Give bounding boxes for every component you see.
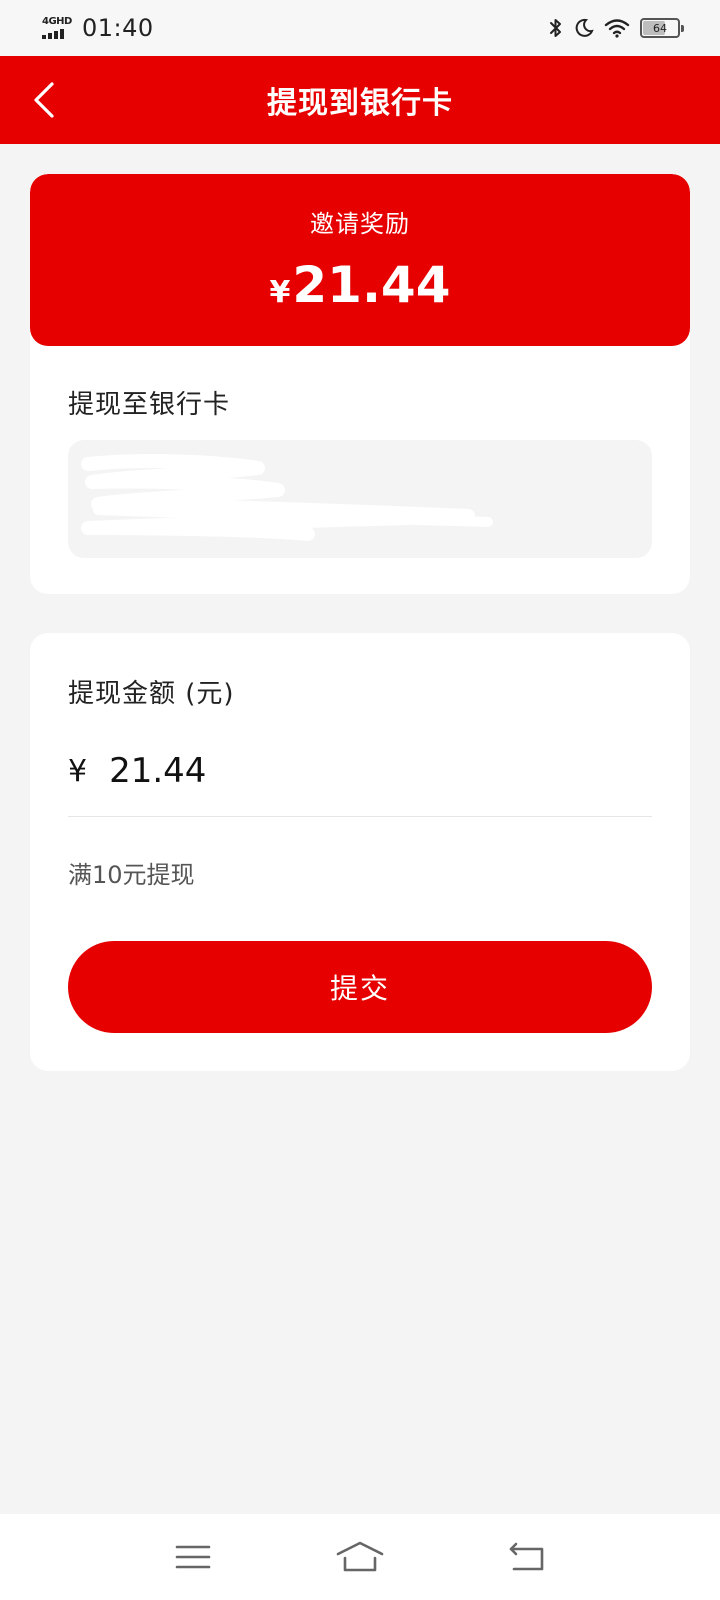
signal-icon: [42, 29, 64, 39]
withdraw-card: 提现金额 (元) ¥ 满10元提现 提交: [30, 633, 690, 1071]
withdraw-amount-label: 提现金额 (元): [68, 679, 235, 709]
amount-divider: [68, 816, 652, 817]
system-nav-bar: [0, 1514, 720, 1600]
page-title: 提现到银行卡: [267, 86, 453, 121]
bank-section-label: 提现至银行卡: [68, 390, 231, 420]
home-button[interactable]: [330, 1532, 390, 1582]
network-label: 4GHD: [42, 16, 72, 27]
home-icon: [336, 1541, 384, 1572]
minimum-hint: 满10元提现: [68, 861, 195, 889]
wifi-icon: [604, 19, 630, 38]
battery-icon: 64: [640, 18, 684, 38]
menu-icon: [176, 1545, 211, 1569]
network-indicator: 4GHD: [42, 17, 74, 39]
reward-currency: ¥: [269, 275, 291, 310]
withdraw-amount-input[interactable]: [109, 751, 410, 791]
status-bar: 4GHD 01:40 64: [0, 0, 720, 56]
redacted-bank-info: [81, 454, 493, 541]
bluetooth-icon: [550, 19, 561, 37]
menu-button[interactable]: [163, 1532, 223, 1582]
moon-icon: [575, 18, 594, 37]
reward-header: 邀请奖励 ¥21.44: [30, 174, 690, 346]
reward-card: 邀请奖励 ¥21.44 提现至银行卡: [30, 174, 690, 594]
reward-amount-value: 21.44: [292, 256, 451, 314]
battery-level: 64: [653, 21, 667, 35]
amount-row: ¥: [68, 751, 410, 791]
return-icon: [509, 1542, 543, 1571]
return-button[interactable]: [497, 1532, 557, 1582]
screen: 4GHD 01:40 64 提现到银行卡 邀请奖励 ¥21.44 提现至银行卡 …: [0, 0, 720, 1600]
status-time: 01:40: [82, 14, 154, 42]
reward-amount: ¥21.44: [30, 256, 690, 314]
status-left: 4GHD 01:40: [42, 14, 154, 42]
status-right: 64: [548, 17, 684, 39]
back-button[interactable]: [18, 74, 70, 126]
nav-bar: 提现到银行卡: [0, 56, 720, 144]
amount-currency: ¥: [68, 753, 88, 789]
reward-label: 邀请奖励: [310, 210, 410, 238]
bank-card-selector[interactable]: [68, 440, 652, 558]
chevron-left-icon: [34, 82, 54, 118]
submit-button[interactable]: 提交: [68, 941, 652, 1033]
